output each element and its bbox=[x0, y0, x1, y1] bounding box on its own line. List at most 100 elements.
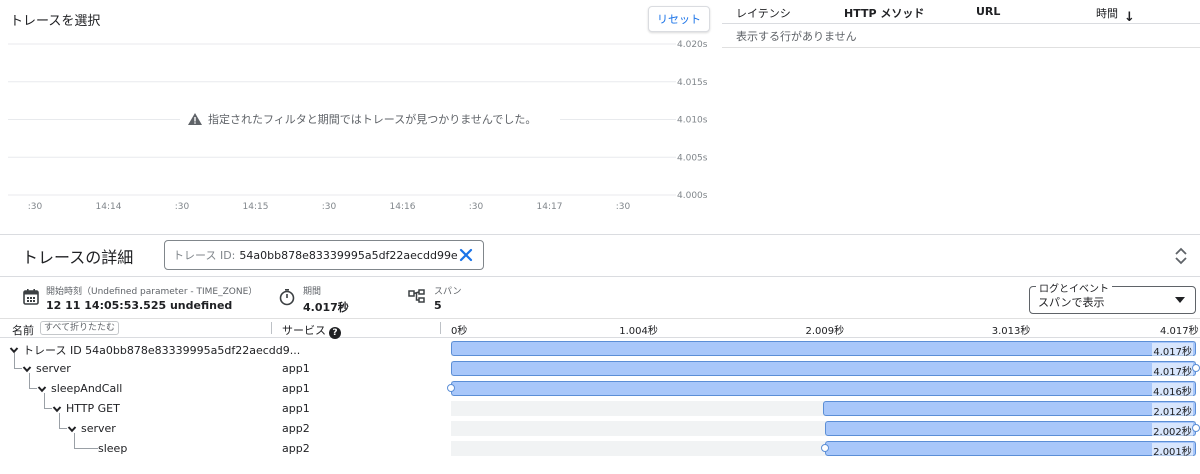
col-time[interactable]: 時間 ↓ bbox=[1096, 5, 1135, 25]
column-resize-handle[interactable] bbox=[271, 322, 272, 334]
waterfall-header: 名前 すべて折りたたむ サービス? 0秒 1.004秒 2.009秒 3.013秒 4.… bbox=[0, 318, 1200, 339]
dropdown-arrow-icon bbox=[1175, 297, 1185, 303]
span-event-marker[interactable] bbox=[1191, 424, 1200, 432]
span-row[interactable]: server app2 2.002秒 bbox=[0, 413, 1200, 439]
trace-id-value: 54a0bb878e83339995a5df22aecdd99e bbox=[239, 248, 458, 262]
span-row[interactable]: sleepAndCall app1 4.016秒 bbox=[0, 373, 1200, 399]
section-divider bbox=[0, 234, 1200, 235]
unfold-more-icon[interactable] bbox=[1173, 246, 1189, 266]
empty-chart-text: 指定されたフィルタと期間ではトレースが見つかりませんでした。 bbox=[208, 113, 537, 126]
tree-connector bbox=[74, 433, 98, 449]
span-row[interactable]: server app1 4.017秒 bbox=[0, 353, 1200, 379]
span-bar[interactable]: 2.012秒 bbox=[822, 401, 1196, 418]
span-bar[interactable]: 4.016秒 bbox=[451, 381, 1196, 398]
tree-connector bbox=[29, 373, 37, 389]
empty-chart-message: 指定されたフィルタと期間ではトレースが見つかりませんでした。 bbox=[180, 110, 560, 128]
span-bar[interactable]: 4.017秒 bbox=[451, 361, 1196, 378]
span-row[interactable]: トレース ID 54a0bb878e83339995a5df22aecdd9..… bbox=[0, 339, 1200, 359]
start-time-value: 12 11 14:05:53.525 undefined bbox=[46, 299, 233, 312]
chevron-down-icon[interactable] bbox=[37, 384, 47, 394]
col-http-method[interactable]: HTTP メソッド bbox=[844, 5, 924, 21]
x-tick-label: 14:17 bbox=[537, 202, 563, 212]
start-time-stat: 開始時刻（Undefined parameter - TIME_ZONE） 12… bbox=[46, 284, 257, 312]
service-column-header: サービス? bbox=[282, 322, 341, 339]
duration-value: 4.017秒 bbox=[303, 301, 349, 314]
reset-button[interactable]: リセット bbox=[648, 6, 710, 32]
col-time-label: 時間 bbox=[1096, 7, 1118, 20]
x-tick-label: :30 bbox=[175, 202, 190, 212]
span-name-text: sleepAndCall bbox=[51, 382, 123, 395]
span-service: app1 bbox=[282, 382, 310, 395]
span-bar[interactable]: 4.017秒 bbox=[451, 341, 1196, 358]
log-events-legend: ログとイベント bbox=[1036, 280, 1112, 295]
span-bar[interactable]: 2.001秒 bbox=[824, 441, 1196, 458]
log-events-value: スパンで表示 bbox=[1038, 296, 1105, 309]
y-tick-label: 4.005s bbox=[677, 153, 708, 163]
span-event-marker[interactable] bbox=[820, 444, 829, 452]
chevron-down-icon[interactable] bbox=[22, 364, 32, 374]
y-tick-label: 4.010s bbox=[677, 116, 708, 126]
x-tick-label: 14:14 bbox=[96, 202, 122, 212]
timeline-tick-label: 1.004秒 bbox=[619, 326, 658, 337]
span-name[interactable]: トレース ID 54a0bb878e83339995a5df22aecdd9..… bbox=[9, 342, 300, 358]
tree-connector bbox=[14, 353, 22, 369]
timeline-tick-label: 3.013秒 bbox=[991, 326, 1031, 337]
spans-stat: スパン 5 bbox=[434, 284, 461, 312]
duration-label: 期間 bbox=[303, 287, 322, 297]
chevron-down-icon[interactable] bbox=[67, 424, 77, 434]
x-tick-label: :30 bbox=[322, 202, 337, 212]
timeline-tick-label: 4.017秒 bbox=[1160, 326, 1199, 337]
tree-connector bbox=[59, 413, 67, 429]
x-tick-label: :30 bbox=[616, 202, 631, 212]
span-tree-icon bbox=[408, 289, 425, 303]
span-name[interactable]: sleep bbox=[98, 442, 127, 455]
trace-id-label: トレース ID: bbox=[173, 249, 236, 262]
span-service: app2 bbox=[282, 442, 310, 455]
name-column-header: 名前 bbox=[12, 324, 34, 337]
x-tick-label: 14:15 bbox=[243, 202, 269, 212]
span-name-text: HTTP GET bbox=[66, 402, 120, 415]
x-tick-label: :30 bbox=[28, 202, 43, 212]
column-resize-handle[interactable] bbox=[440, 322, 441, 334]
table-empty-text: 表示する行がありません bbox=[722, 24, 1200, 48]
x-tick-label: :30 bbox=[469, 202, 484, 212]
timeline-tick-label: 0秒 bbox=[451, 326, 468, 337]
spans-value: 5 bbox=[434, 299, 442, 312]
trace-id-input[interactable]: トレース ID: 54a0bb878e83339995a5df22aecdd99… bbox=[164, 240, 484, 270]
chevron-down-icon[interactable] bbox=[52, 404, 62, 414]
span-duration-label: 4.016秒 bbox=[1152, 383, 1193, 398]
log-events-select[interactable]: ログとイベント スパンで表示 bbox=[1029, 280, 1196, 314]
y-tick-label: 4.000s bbox=[677, 191, 708, 201]
details-divider bbox=[0, 276, 1200, 277]
span-bar[interactable]: 2.002秒 bbox=[824, 421, 1196, 438]
close-icon[interactable] bbox=[457, 246, 475, 264]
col-latency[interactable]: レイテンシ bbox=[736, 5, 791, 21]
duration-stat: 期間 4.017秒 bbox=[303, 284, 349, 315]
col-url[interactable]: URL bbox=[976, 5, 1000, 18]
span-duration-label: 4.017秒 bbox=[1152, 363, 1193, 378]
help-icon[interactable]: ? bbox=[329, 327, 341, 339]
span-event-marker[interactable] bbox=[447, 384, 455, 392]
span-event-marker[interactable] bbox=[1192, 364, 1200, 372]
span-service: app1 bbox=[282, 362, 310, 375]
service-column-label: サービス bbox=[282, 324, 326, 337]
calendar-icon bbox=[23, 289, 39, 305]
y-tick-label: 4.015s bbox=[677, 78, 708, 88]
span-duration-label: 2.012秒 bbox=[1152, 403, 1193, 418]
warning-icon bbox=[188, 113, 202, 125]
timer-icon bbox=[279, 289, 295, 306]
span-row[interactable]: sleep app2 2.001秒 bbox=[0, 433, 1200, 459]
x-tick-label: 14:16 bbox=[390, 202, 416, 212]
span-duration-label: 2.002秒 bbox=[1152, 423, 1193, 438]
y-tick-label: 4.020s bbox=[677, 40, 708, 50]
arrow-down-icon: ↓ bbox=[1124, 10, 1135, 25]
trace-list-table: レイテンシ HTTP メソッド URL 時間 ↓ 表示する行がありません bbox=[722, 0, 1200, 48]
trace-details-title: トレースの詳細 bbox=[22, 248, 134, 267]
span-name-text: server bbox=[36, 362, 71, 375]
start-time-label: 開始時刻（Undefined parameter - TIME_ZONE） bbox=[46, 287, 258, 297]
collapse-all-button[interactable]: すべて折りたたむ bbox=[40, 321, 120, 335]
trace-scatter-panel: 4.020s 4.015s 4.010s 4.005s 4.000s :30 14:14 :3… bbox=[0, 0, 716, 222]
tree-connector bbox=[44, 393, 52, 409]
span-duration-label: 2.001秒 bbox=[1152, 443, 1193, 458]
span-row[interactable]: HTTP GET app1 2.012秒 bbox=[0, 393, 1200, 419]
